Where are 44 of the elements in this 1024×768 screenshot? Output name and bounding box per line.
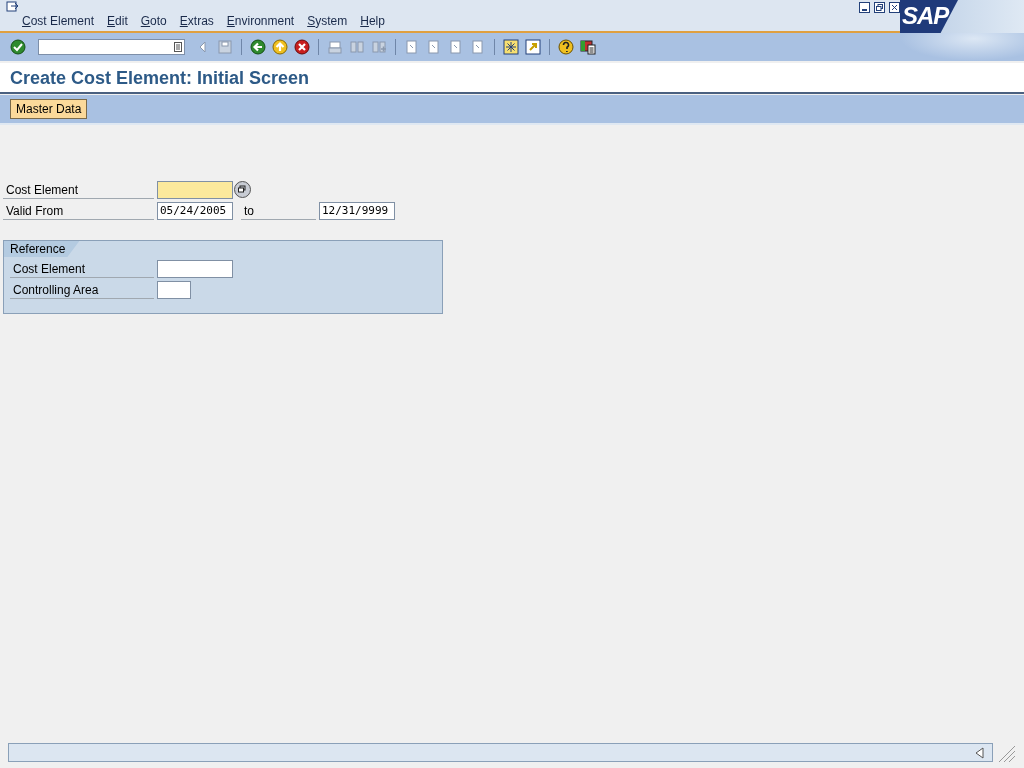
input-field[interactable]: 05/24/2005 (157, 201, 233, 220)
page-icon[interactable] (426, 39, 442, 55)
menu-icon[interactable] (6, 1, 20, 13)
input-field[interactable]: 12/31/9999 (319, 201, 395, 220)
menu-item[interactable]: Extras (179, 14, 221, 28)
help-icon[interactable] (558, 39, 574, 55)
value-help-icon[interactable] (234, 181, 251, 198)
field-label: to (241, 201, 316, 220)
page-icon[interactable] (404, 39, 420, 55)
minimize-icon[interactable] (859, 2, 870, 13)
field-label: Controlling Area (10, 280, 154, 299)
menu-item[interactable]: Edit (107, 14, 135, 28)
close-icon[interactable] (889, 2, 900, 13)
menu-item[interactable]: System (307, 14, 355, 28)
page-icon[interactable] (470, 39, 486, 55)
screen-title: Create Cost Element: Initial Screen (9, 67, 311, 89)
resize-grip-icon[interactable] (996, 743, 1016, 762)
triangle-icon[interactable] (975, 747, 984, 759)
menu-item[interactable]: Cost Element (22, 14, 102, 28)
command-field[interactable] (38, 39, 185, 55)
field-label: Cost Element (10, 259, 154, 278)
input-field[interactable] (157, 259, 233, 278)
exit-icon[interactable] (272, 39, 288, 55)
menu-item[interactable]: Goto (140, 14, 174, 28)
save-icon[interactable] (217, 39, 233, 55)
restore-icon[interactable] (874, 2, 885, 13)
master-data-button[interactable]: Master Data (10, 99, 88, 119)
list-icon[interactable] (174, 42, 182, 52)
page-icon[interactable] (448, 39, 464, 55)
menu-item[interactable]: Help (360, 14, 392, 28)
print-icon[interactable] (327, 39, 343, 55)
shortcut-icon[interactable] (525, 39, 541, 55)
new-session-icon[interactable] (503, 39, 519, 55)
sap-logo: SAP (902, 2, 949, 30)
input-field[interactable] (157, 180, 233, 199)
input-field[interactable] (157, 280, 191, 299)
field-label: Cost Element (3, 180, 154, 199)
enter-icon[interactable] (10, 39, 26, 55)
menu-item[interactable]: Environment (226, 14, 302, 28)
back-icon[interactable] (250, 39, 266, 55)
layout-icon[interactable] (580, 39, 596, 55)
field-label: Valid From (3, 201, 154, 220)
cancel-icon[interactable] (294, 39, 310, 55)
group-title: Reference (4, 241, 80, 257)
